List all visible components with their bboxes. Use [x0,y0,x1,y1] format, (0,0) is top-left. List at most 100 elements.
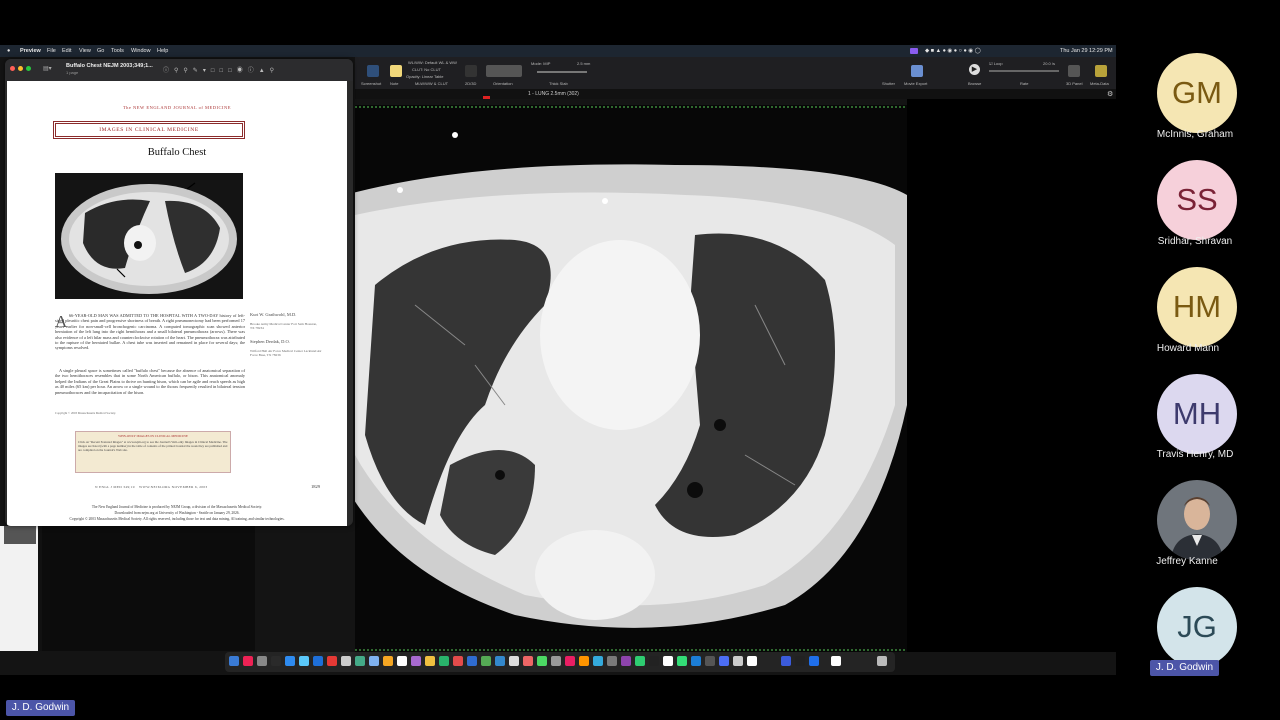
dock-app-icon[interactable] [551,656,561,666]
dock-app-icon[interactable] [257,656,267,666]
mode-control[interactable]: Mode: MIP [531,61,550,66]
dock-app-icon[interactable] [733,656,743,666]
clut-control[interactable]: CLUT: No CLUT [412,67,441,72]
participant-avatar[interactable]: HM [1157,267,1237,347]
status-icons[interactable]: ◆ ■ ▲ ● ◉ ● ○ ● ◉ ◯ [925,48,981,54]
loop-checkbox[interactable]: ☑ Loop [989,61,1003,66]
dock-app-icon[interactable] [663,656,673,666]
slice-marker [483,96,490,99]
dock-app-icon[interactable] [341,656,351,666]
slab-slider[interactable] [537,71,587,73]
dock-finder-icon[interactable] [229,656,239,666]
thick-slab-label: Thick Slab [549,81,568,86]
dock-app-icon[interactable] [537,656,547,666]
dock-app-icon[interactable] [397,656,407,666]
menu-view[interactable]: View [79,48,91,54]
orientation-label: Orientation [493,81,513,86]
zoom-icon[interactable] [26,66,31,71]
apple-icon[interactable]: ● [7,48,10,54]
dock-app-icon[interactable] [809,656,819,666]
avatar-initials: GM [1172,75,1222,110]
dock-app-icon[interactable] [481,656,491,666]
participant-name: Travis Henry, MD [1156,449,1234,460]
browse-label: Browse [968,81,982,86]
dock-app-icon[interactable] [795,656,805,666]
gear-icon[interactable]: ⚙ [1107,90,1113,98]
dock-app-icon[interactable] [565,656,575,666]
avatar-initials: MH [1172,396,1222,431]
trash-icon[interactable] [877,656,887,666]
dock-app-icon[interactable] [313,656,323,666]
dock-document-icon[interactable] [831,656,841,666]
dock-app-icon[interactable] [523,656,533,666]
2d3d-button[interactable] [465,65,477,77]
dock-app-icon[interactable] [285,656,295,666]
minimize-icon[interactable] [18,66,23,71]
shutter-button[interactable] [911,65,923,77]
orientation-buttons[interactable] [486,65,522,77]
dock-app-icon[interactable] [425,656,435,666]
dock-app-icon[interactable] [327,656,337,666]
dock-app-icon[interactable] [299,656,309,666]
rate-slider[interactable] [989,70,1059,72]
author-2-affiliation: Wilford Hall Air Force Medical Center La… [250,349,322,358]
dock-app-icon[interactable] [383,656,393,666]
dock-app-icon[interactable] [593,656,603,666]
participant-name: Howard Mann [1156,343,1220,354]
play-icon[interactable]: ▶ [969,64,980,75]
dock-app-icon[interactable] [649,656,659,666]
menu-clock[interactable]: Thu Jan 29 12:29 PM [1060,48,1113,54]
dock-app-icon[interactable] [243,656,253,666]
3d-panel-button[interactable] [1068,65,1080,77]
rate-label: Rate [1020,81,1029,86]
dock-app-icon[interactable] [509,656,519,666]
participant-avatar[interactable]: JG [1157,587,1237,667]
participant-avatar[interactable]: GM [1157,53,1237,133]
dock-app-icon[interactable] [607,656,617,666]
opacity-control[interactable]: Opacity: Linear Table [406,74,444,79]
dock-app-icon[interactable] [621,656,631,666]
dock-app-icon[interactable] [677,656,687,666]
desktop-window-fragment [0,526,42,651]
menu-edit[interactable]: Edit [62,48,71,54]
preview-tools[interactable]: ⓘ⚲⚲✎▾□□□◉ⓘ▲⚲ [163,65,279,74]
participant-avatar[interactable]: SS [1157,160,1237,240]
note-button[interactable] [390,65,402,77]
dock-app-icon[interactable] [355,656,365,666]
footer-line-2: Downloaded from nejm.org at University o… [114,511,240,515]
dock-app-icon[interactable] [781,656,791,666]
dock-app-icon[interactable] [439,656,449,666]
journal-header: The NEW ENGLAND JOURNAL of MEDICINE [122,105,232,110]
ct-viewport[interactable] [355,105,907,652]
menu-app-name[interactable]: Preview [20,48,41,54]
dock-app-icon[interactable] [369,656,379,666]
movie-export-label: Movie Export [904,81,928,86]
dock-app-icon[interactable] [453,656,463,666]
dock-app-icon[interactable] [411,656,421,666]
dock [225,652,895,672]
avatar-initials: SS [1176,182,1218,217]
status-app-icon[interactable] [910,48,918,54]
dock-app-icon[interactable] [705,656,715,666]
menu-help[interactable]: Help [157,48,168,54]
dock-app-icon[interactable] [635,656,645,666]
sidebar-toggle-icon[interactable]: ▤▾ [43,65,52,72]
close-icon[interactable] [10,66,15,71]
menu-go[interactable]: Go [97,48,104,54]
wlww-control[interactable]: WL/WW: Default WL & WW [408,60,457,65]
participant-video[interactable] [1157,480,1237,560]
web-only-box: WEB-ONLY IMAGES IN CLINICAL MEDICINE Cli… [75,431,231,473]
dock-app-icon[interactable] [271,656,281,666]
screenshot-button[interactable] [367,65,379,77]
dock-app-icon[interactable] [467,656,477,666]
meta-data-button[interactable] [1095,65,1107,77]
dock-app-icon[interactable] [719,656,729,666]
dock-app-icon[interactable] [691,656,701,666]
participant-avatar[interactable]: MH [1157,374,1237,454]
menu-window[interactable]: Window [131,48,151,54]
menu-tools[interactable]: Tools [111,48,124,54]
menu-file[interactable]: File [47,48,56,54]
dock-app-icon[interactable] [579,656,589,666]
dock-app-icon[interactable] [747,656,757,666]
dock-app-icon[interactable] [495,656,505,666]
